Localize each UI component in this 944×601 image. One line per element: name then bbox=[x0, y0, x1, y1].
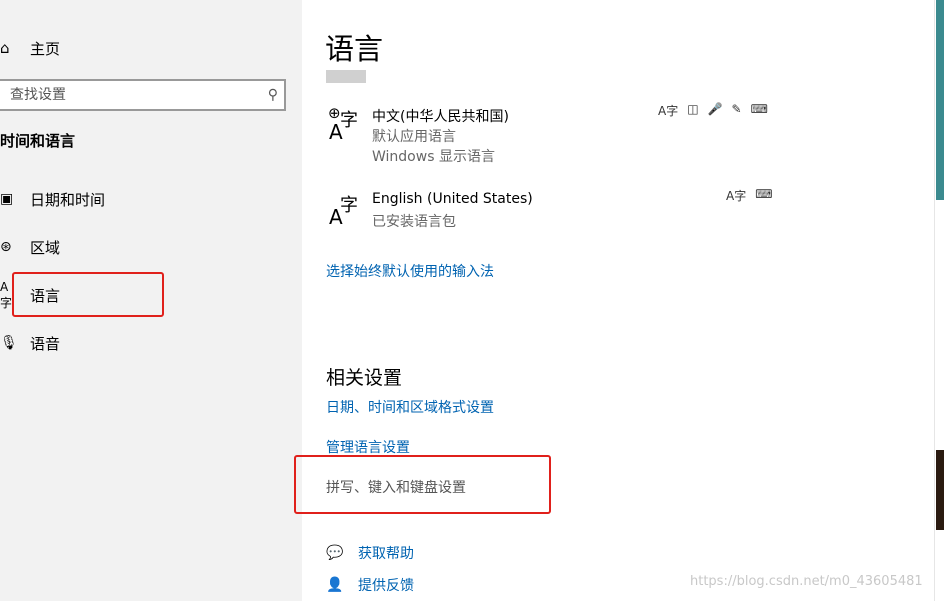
feedback-link[interactable]: 👤 提供反馈 bbox=[326, 575, 414, 595]
section-title: 时间和语言 bbox=[0, 132, 76, 150]
microphone-icon: 🎤 bbox=[707, 102, 723, 116]
search-box[interactable]: ⚲ bbox=[0, 79, 286, 111]
manage-language-settings-link[interactable]: 管理语言设置 bbox=[326, 437, 410, 457]
language-name: English (United States) bbox=[372, 191, 533, 207]
calendar-clock-icon: ▣ bbox=[0, 191, 14, 207]
sidebar-item-region[interactable]: ⊛ 区域 bbox=[0, 232, 60, 262]
feedback-label: 提供反馈 bbox=[358, 578, 414, 594]
watermark: https://blog.csdn.net/m0_43605481 bbox=[690, 574, 923, 589]
home-label: 主页 bbox=[30, 39, 61, 58]
search-input[interactable] bbox=[10, 87, 268, 103]
language-status: 默认应用语言 bbox=[372, 129, 456, 145]
date-time-region-format-link[interactable]: 日期、时间和区域格式设置 bbox=[326, 397, 494, 417]
globe-region-icon: ⊛ bbox=[0, 239, 12, 255]
scroll-indicator bbox=[326, 70, 366, 83]
display-language-icon: A字 bbox=[658, 104, 679, 118]
default-input-method-link[interactable]: 选择始终默认使用的输入法 bbox=[326, 261, 494, 281]
language-status: 已安装语言包 bbox=[372, 214, 456, 230]
keyboard-icon: ⌨ bbox=[750, 102, 768, 116]
get-help-link[interactable]: 💬 获取帮助 bbox=[326, 543, 414, 563]
home-icon: ⌂ bbox=[0, 39, 10, 57]
language-features: A字 ◫ 🎤 ✎ ⌨ bbox=[658, 102, 768, 119]
handwriting-icon: ✎ bbox=[731, 102, 742, 116]
language-name: 中文(中华人民共和国) bbox=[372, 109, 509, 125]
search-icon[interactable]: ⚲ bbox=[268, 87, 278, 103]
language-glyph-icon: A字 bbox=[329, 195, 358, 229]
help-chat-icon: 💬 bbox=[326, 545, 344, 561]
sidebar-item-date-time[interactable]: ▣ 日期和时间 bbox=[0, 184, 105, 214]
highlight-box-language bbox=[12, 272, 164, 317]
page-title: 语言 bbox=[325, 32, 384, 66]
sidebar-item-label: 日期和时间 bbox=[30, 190, 106, 209]
language-item-chinese[interactable]: ⊕ A 字 中文(中华人民共和国) 默认应用语言 Windows 显示语言 A字 ◫… bbox=[326, 102, 776, 166]
language-glyph-icon: ⊕ A 字 bbox=[328, 104, 358, 144]
keyboard-icon: ⌨ bbox=[755, 187, 773, 201]
language-features: A字 ⌨ bbox=[726, 187, 773, 204]
sidebar-item-speech[interactable]: 🎙 语音 bbox=[0, 328, 60, 358]
background-window-edge bbox=[936, 450, 944, 530]
language-item-english[interactable]: A字 English (United States) 已安装语言包 A字 ⌨ bbox=[326, 187, 776, 231]
get-help-label: 获取帮助 bbox=[358, 546, 414, 562]
display-language-icon: A字 bbox=[726, 189, 747, 203]
sidebar-item-label: 语音 bbox=[30, 334, 61, 353]
speech-recognition-icon: ◫ bbox=[687, 102, 699, 116]
highlight-box-spelling bbox=[294, 455, 551, 514]
language-status: Windows 显示语言 bbox=[372, 149, 495, 165]
feedback-icon: 👤 bbox=[326, 577, 344, 593]
related-settings-title: 相关设置 bbox=[326, 367, 403, 389]
scrollbar-thumb[interactable] bbox=[936, 0, 944, 200]
sidebar-item-label: 区域 bbox=[30, 238, 61, 257]
home-nav-item[interactable]: ⌂ 主页 bbox=[0, 34, 60, 62]
microphone-icon: 🎙 bbox=[0, 335, 18, 351]
